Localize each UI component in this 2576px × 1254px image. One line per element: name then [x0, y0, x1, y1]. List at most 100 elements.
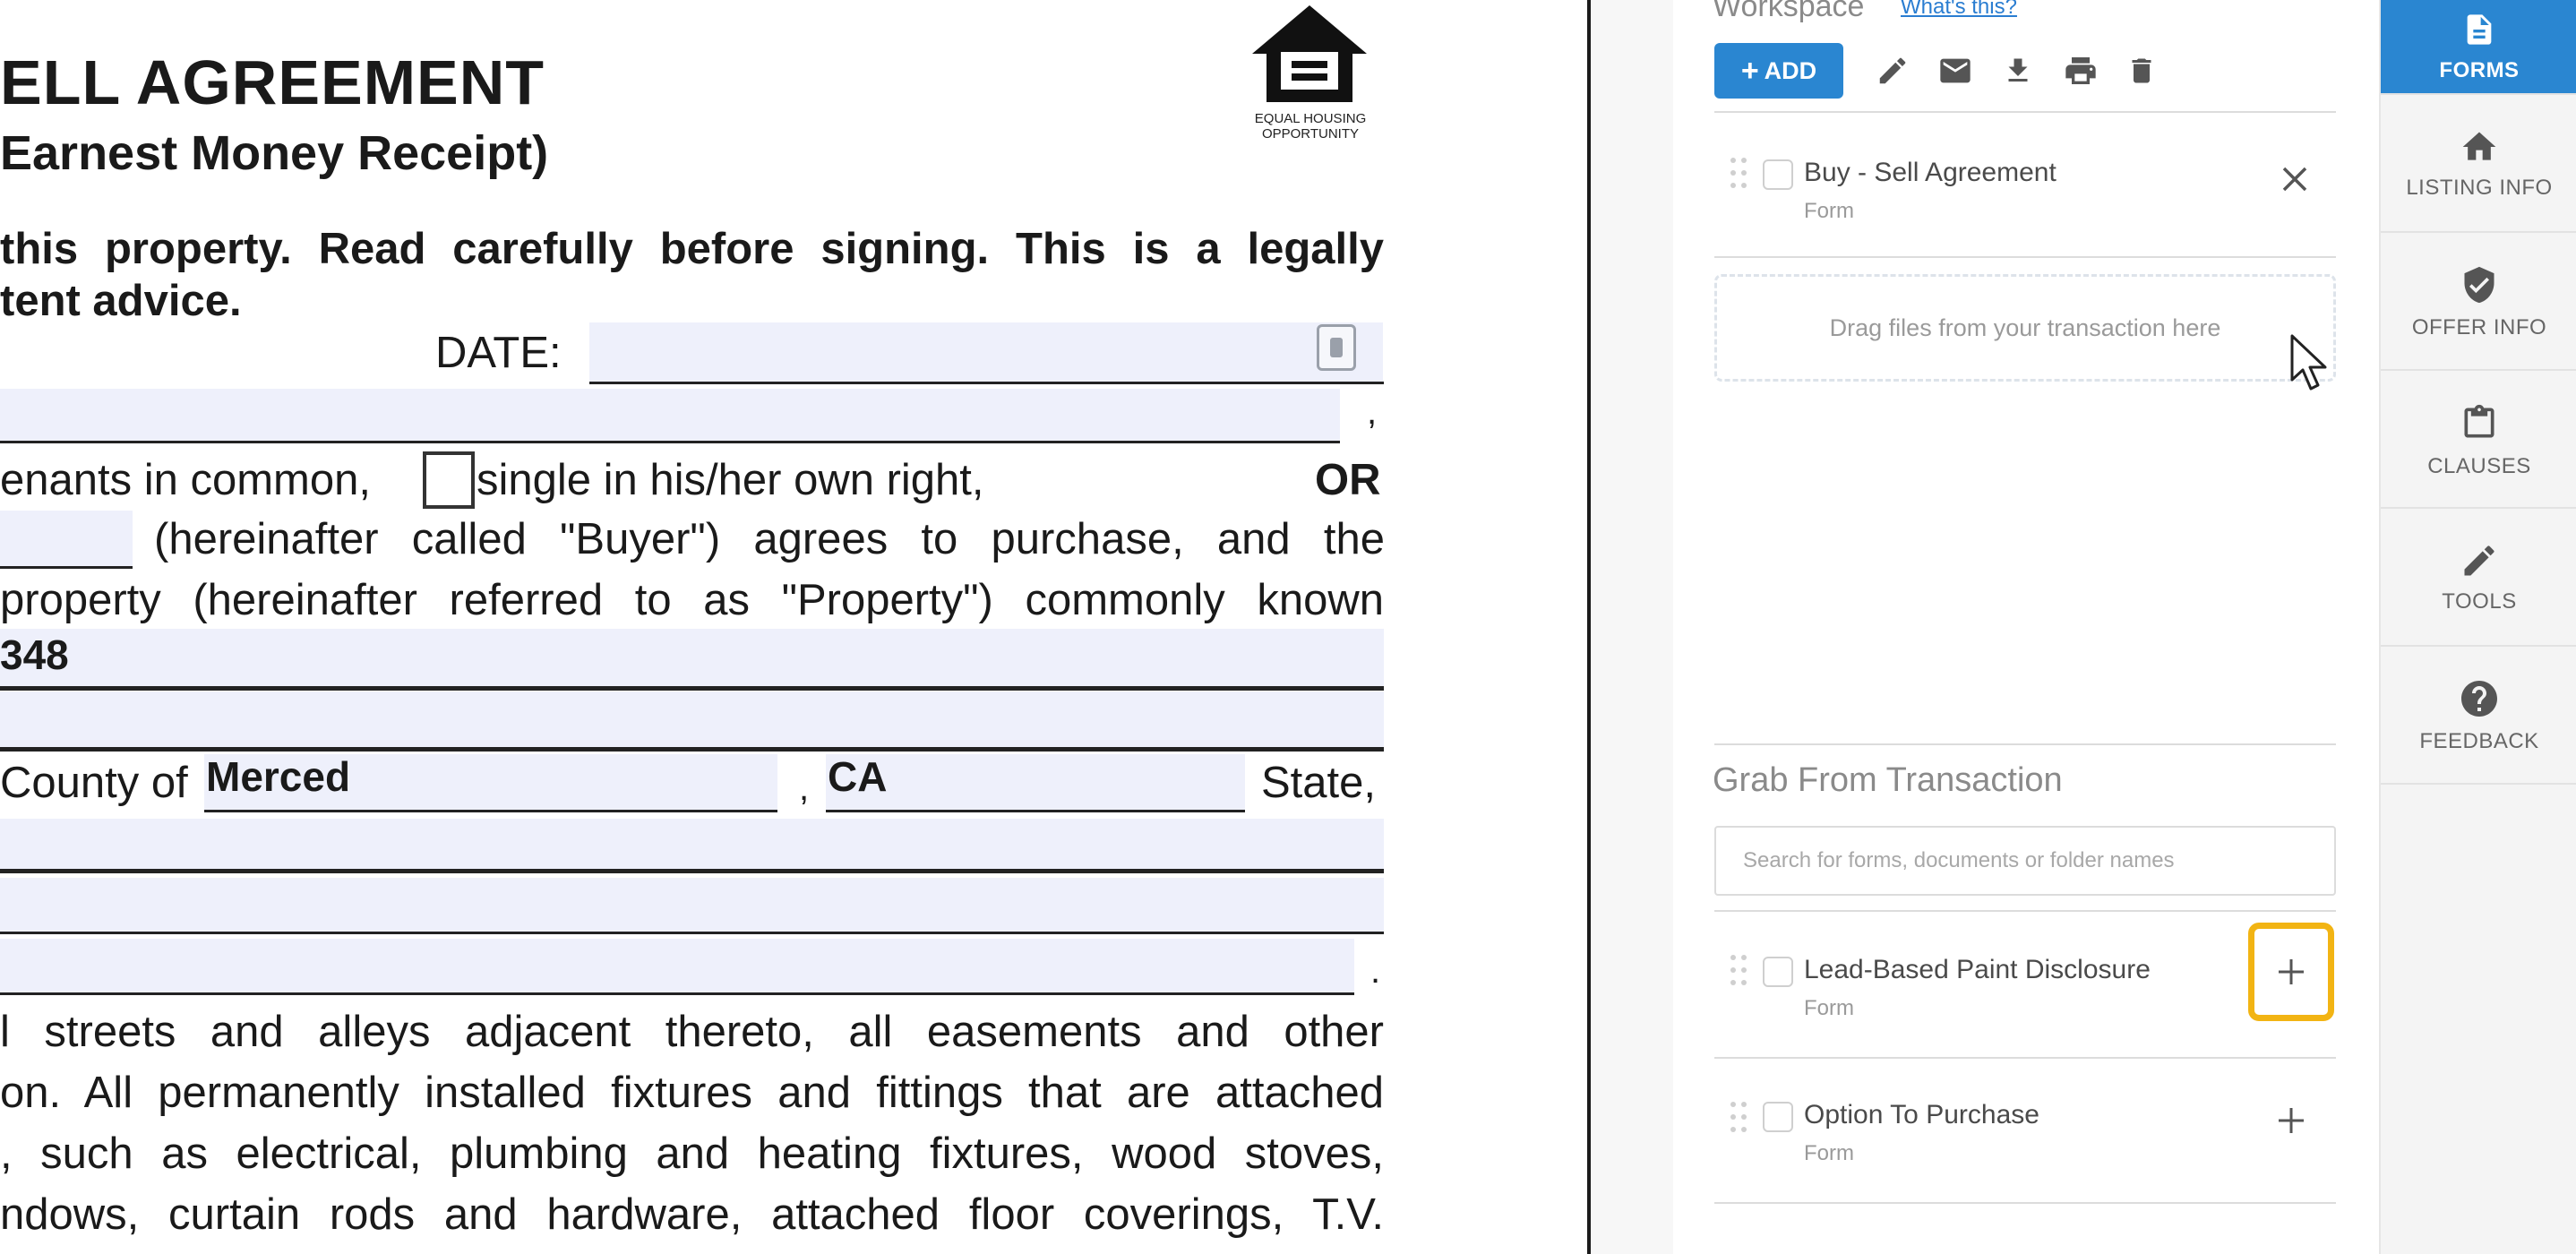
buyer-extra-field[interactable] [0, 511, 133, 566]
address-line-2-underline [0, 747, 1384, 752]
mail-icon[interactable] [1935, 50, 1976, 91]
grab-from-transaction-title: Grab From Transaction [1713, 761, 2063, 799]
county-value: Merced [206, 753, 351, 800]
buyer-name-field[interactable] [0, 389, 1340, 441]
period-mark: . [1370, 951, 1381, 991]
nav-clauses[interactable]: CLAUSES [2381, 373, 2576, 509]
single-checkbox[interactable] [423, 451, 475, 509]
grab-divider [1714, 743, 2336, 745]
state-underline [826, 810, 1245, 812]
paragraph-line-1: l streets and alleys adjacent thereto, a… [0, 1008, 1384, 1056]
nav-label: OFFER INFO [2411, 315, 2547, 339]
search-input[interactable] [1714, 826, 2336, 896]
mouse-cursor-icon [2290, 334, 2327, 391]
pencil-icon [2464, 545, 2494, 576]
paragraph-line-2: on. All permanently installed fixtures a… [0, 1069, 1384, 1117]
plus-icon: + [1740, 54, 1759, 88]
date-underline [589, 382, 1384, 384]
nav-label: TOOLS [2442, 589, 2517, 614]
home-icon [2462, 132, 2496, 160]
help-icon [2461, 681, 2497, 717]
workspace-title: Workspace [1713, 0, 1865, 23]
grab-item-title[interactable]: Option To Purchase [1804, 1100, 2039, 1130]
document-gutter [1591, 0, 1673, 1254]
calendar-icon[interactable] [1317, 324, 1356, 371]
address-underline [0, 686, 1384, 691]
equal-housing-icon [1252, 5, 1367, 102]
paragraph-line-3: , such as electrical, plumbing and heati… [0, 1129, 1384, 1178]
state-field[interactable] [826, 754, 1245, 810]
right-nav: FORMS LISTING INFO OFFER INFO CLAUSES TO… [2379, 0, 2576, 1254]
plus-icon [2279, 1108, 2304, 1133]
paragraph-line-4: ndows, curtain rods and hardware, attach… [0, 1190, 1384, 1239]
add-button-label: ADD [1764, 56, 1817, 84]
clipboard-icon [2464, 404, 2494, 438]
item-checkbox[interactable] [1763, 957, 1793, 987]
workspace-item-divider [1714, 256, 2336, 258]
grab-item-divider [1714, 1057, 2336, 1059]
workspace-item-title[interactable]: Buy - Sell Agreement [1804, 158, 2057, 188]
shield-check-icon [2464, 266, 2494, 304]
equal-housing-text: EQUAL HOUSING OPPORTUNITY [1254, 111, 1367, 142]
nav-forms[interactable]: FORMS [2381, 0, 2576, 95]
legal-line-3-underline [0, 992, 1354, 995]
warning-line-2: tent advice. [0, 277, 242, 325]
date-label: DATE: [435, 329, 562, 377]
nav-feedback[interactable]: FEEDBACK [2381, 648, 2576, 785]
comma-mark: , [1367, 392, 1378, 432]
nav-label: CLAUSES [2427, 454, 2531, 478]
close-icon[interactable] [2277, 161, 2313, 197]
nav-tools[interactable]: TOOLS [2381, 511, 2576, 647]
legal-line-1-underline [0, 869, 1384, 873]
item-checkbox[interactable] [1763, 1102, 1793, 1132]
legal-line-2-field[interactable] [0, 878, 1384, 932]
grab-item-divider [1714, 1202, 2336, 1204]
address-field[interactable] [0, 629, 1384, 686]
grab-item-type: Form [1804, 996, 1854, 1020]
search-divider [1714, 910, 2336, 912]
document-subtitle: Earnest Money Receipt) [0, 126, 549, 180]
print-icon[interactable] [2060, 50, 2101, 91]
download-icon[interactable] [1997, 50, 2039, 91]
grab-item-title[interactable]: Lead-Based Paint Disclosure [1804, 955, 2151, 985]
document-icon [2467, 14, 2492, 45]
document-viewer: ELL AGREEMENT Earnest Money Receipt) EQU… [0, 0, 1587, 1254]
buyer-name-underline [0, 441, 1340, 443]
drag-handle-icon[interactable] [1730, 955, 1748, 991]
dropzone[interactable]: Drag files from your transaction here [1714, 274, 2336, 382]
county-label: County of [0, 759, 188, 807]
whats-this-link[interactable]: What's this? [1901, 0, 2017, 20]
add-item-button[interactable] [2248, 923, 2334, 1021]
document-title: ELL AGREEMENT [0, 47, 545, 117]
buyer-extra-underline [0, 566, 133, 569]
single-text: single in his/her own right, [477, 456, 984, 504]
pencil-icon[interactable] [1872, 50, 1913, 91]
or-label: OR [1315, 456, 1381, 504]
toolbar-divider [1714, 111, 2336, 113]
nav-offer-info[interactable]: OFFER INFO [2381, 235, 2576, 371]
nav-listing-info[interactable]: LISTING INFO [2381, 97, 2576, 233]
warning-line-1: this property. Read carefully before sig… [0, 225, 1384, 273]
add-item-button[interactable] [2248, 1071, 2334, 1170]
legal-line-3-field[interactable] [0, 939, 1354, 992]
property-clause-text: property (hereinafter referred to as "Pr… [0, 576, 1384, 624]
nav-label: LISTING INFO [2406, 176, 2553, 200]
trash-icon[interactable] [2121, 50, 2162, 91]
add-button[interactable]: + ADD [1714, 43, 1843, 99]
drag-handle-icon[interactable] [1730, 158, 1748, 193]
county-underline [204, 810, 777, 812]
drag-handle-icon[interactable] [1730, 1102, 1748, 1138]
address-line-2-field[interactable] [0, 691, 1384, 747]
tenants-text: enants in common, [0, 456, 371, 504]
nav-label: FEEDBACK [2419, 729, 2539, 753]
legal-line-2-underline [0, 932, 1384, 934]
address-value: 348 [0, 631, 69, 678]
state-value: CA [828, 753, 888, 800]
county-comma: , [799, 769, 810, 808]
date-field[interactable] [589, 322, 1383, 382]
grab-item-type: Form [1804, 1141, 1854, 1165]
workspace-panel: Workspace What's this? + ADD Buy - Sell … [1673, 0, 2379, 1254]
legal-line-1-field[interactable] [0, 819, 1384, 869]
item-checkbox[interactable] [1763, 159, 1793, 190]
plus-icon [2279, 959, 2304, 984]
